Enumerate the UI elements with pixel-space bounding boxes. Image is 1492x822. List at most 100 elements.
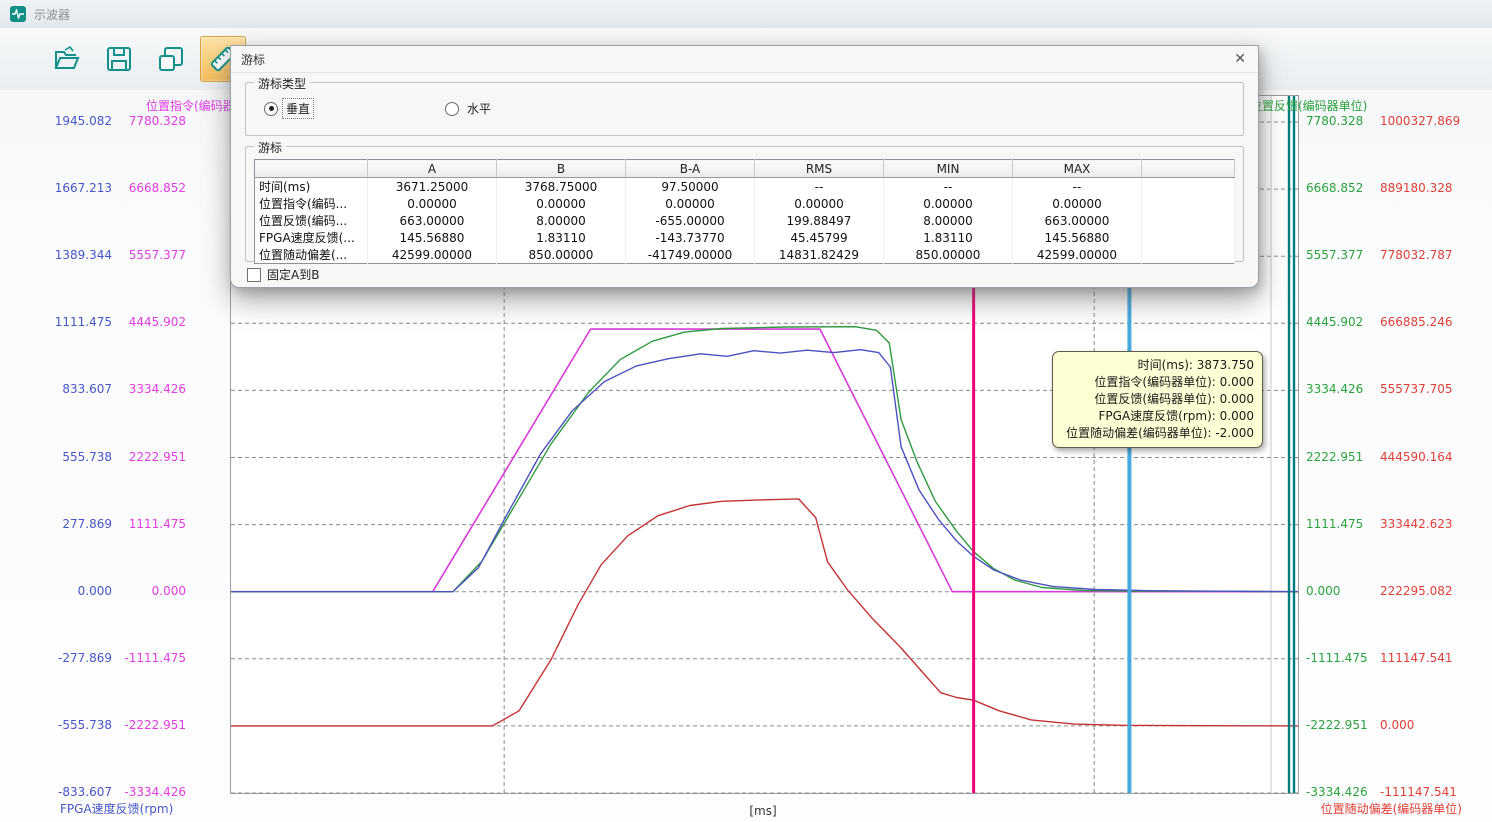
tick-label: 222295.082 [1380, 583, 1490, 599]
table-cell: 1.83110 [497, 229, 626, 246]
tick-label: 2222.951 [112, 449, 186, 465]
tick-label: -2222.951 [1306, 717, 1378, 733]
tick-label: -3334.426 [112, 784, 186, 800]
tick-label: 0.000 [112, 583, 186, 599]
axis-title-speed: FPGA速度反馈(rpm) [60, 800, 173, 817]
table-row-label: 时间(ms) [255, 178, 368, 196]
table-cell: 850.00000 [884, 246, 1013, 264]
dialog-title: 游标 [241, 51, 265, 68]
tick-label: 4445.902 [1306, 314, 1378, 330]
table-cell: -- [884, 178, 1013, 196]
table-cell: -143.73770 [626, 229, 755, 246]
table-row-label: 位置随动偏差(... [255, 246, 368, 264]
table-cell: 42599.00000 [368, 246, 497, 264]
tick-label: 1389.344 [38, 247, 112, 263]
table-row: 时间(ms)3671.250003768.7500097.50000------ [255, 178, 1235, 196]
open-button[interactable] [44, 36, 90, 82]
table-row: FPGA速度反馈(...145.568801.83110-143.7377045… [255, 229, 1235, 246]
series-curve [231, 499, 1298, 726]
table-cell [1142, 212, 1235, 229]
table-row: 位置随动偏差(...42599.00000850.00000-41749.000… [255, 246, 1235, 264]
checkbox-label: 固定A到B [267, 266, 319, 283]
tick-label: -111147.541 [1380, 784, 1490, 800]
tick-label: -1111.475 [1306, 650, 1378, 666]
tick-label: 1111.475 [38, 314, 112, 330]
app-waveform-icon [10, 6, 26, 22]
tick-label: 1111.475 [112, 516, 186, 532]
tick-label: 5557.377 [1306, 247, 1378, 263]
table-row-label: 位置反馈(编码... [255, 212, 368, 229]
table-row-label: 位置指令(编码... [255, 195, 368, 212]
table-row: 位置反馈(编码...663.000008.00000-655.00000199.… [255, 212, 1235, 229]
table-cell: 14831.82429 [755, 246, 884, 264]
cursor-type-options: 垂直 水平 [264, 99, 626, 118]
tick-label: 4445.902 [112, 314, 186, 330]
table-cell: 3768.75000 [497, 178, 626, 196]
table-cell: 663.00000 [368, 212, 497, 229]
tick-label: 5557.377 [112, 247, 186, 263]
tick-label: 277.869 [38, 516, 112, 532]
table-cell: 0.00000 [755, 195, 884, 212]
tick-label: 333442.623 [1380, 516, 1490, 532]
checkbox-box [247, 268, 261, 282]
tick-label: 444590.164 [1380, 449, 1490, 465]
tick-label: -555.738 [38, 717, 112, 733]
tick-label: 1111.475 [1306, 516, 1378, 532]
tick-label: -277.869 [38, 650, 112, 666]
radio-circle-icon [445, 102, 459, 116]
cursor-values-table: ABB-ARMSMINMAX时间(ms)3671.250003768.75000… [254, 159, 1235, 264]
table-cell: 8.00000 [884, 212, 1013, 229]
table-cell: 45.45799 [755, 229, 884, 246]
axis-ticks-command: 7780.3286668.8525557.3774445.9023334.426… [112, 95, 186, 792]
table-header-cell: MIN [884, 160, 1013, 178]
tick-label: 7780.328 [112, 113, 186, 129]
tick-label: 555.738 [38, 449, 112, 465]
tick-label: 0.000 [1306, 583, 1378, 599]
axis-title-error: 位置随动偏差(编码器单位) [1265, 800, 1462, 817]
dialog-close-icon[interactable]: ✕ [1234, 52, 1246, 66]
table-header-cell: RMS [755, 160, 884, 178]
cursor-type-groupbox: 游标类型 垂直水平 [245, 82, 1244, 136]
radio-option-水平[interactable]: 水平 [445, 99, 494, 118]
table-cell: 0.00000 [884, 195, 1013, 212]
table-cell: 0.00000 [497, 195, 626, 212]
tick-label: -1111.475 [112, 650, 186, 666]
save-button[interactable] [96, 36, 142, 82]
cursor-group-label: 游标 [254, 139, 286, 156]
radio-option-垂直[interactable]: 垂直 [264, 99, 313, 118]
tooltip-line: FPGA速度反馈(rpm): 0.000 [1057, 408, 1254, 425]
table-cell: 0.00000 [368, 195, 497, 212]
table-header-cell: MAX [1013, 160, 1142, 178]
table-cell [1142, 229, 1235, 246]
table-row: 位置指令(编码...0.000000.000000.000000.000000.… [255, 195, 1235, 212]
tick-label: 6668.852 [112, 180, 186, 196]
tick-label: 555737.705 [1380, 381, 1490, 397]
tick-label: 7780.328 [1306, 113, 1378, 129]
tick-label: -833.607 [38, 784, 112, 800]
tick-label: 778032.787 [1380, 247, 1490, 263]
cursor-dialog: 游标 ✕ 游标类型 垂直水平 游标 ABB-ARMSMINMAX时间(ms)36… [230, 45, 1259, 288]
table-cell: 145.56880 [1013, 229, 1142, 246]
layout-button[interactable] [148, 36, 194, 82]
tooltip-line: 位置指令(编码器单位): 0.000 [1057, 374, 1254, 391]
radio-label: 水平 [464, 99, 494, 118]
tooltip-line: 位置反馈(编码器单位): 0.000 [1057, 391, 1254, 408]
dialog-header: 游标 ✕ [231, 46, 1258, 73]
tick-label: 1667.213 [38, 180, 112, 196]
tick-label: 6668.852 [1306, 180, 1378, 196]
x-axis-unit-label: [ms] [730, 804, 796, 818]
table-cell: 42599.00000 [1013, 246, 1142, 264]
tick-label: 889180.328 [1380, 180, 1490, 196]
titlebar: 示波器 [0, 0, 1492, 29]
table-cell: -- [755, 178, 884, 196]
tick-label: 3334.426 [1306, 381, 1378, 397]
table-cell: 0.00000 [1013, 195, 1142, 212]
tick-label: 2222.951 [1306, 449, 1378, 465]
table-cell: -- [1013, 178, 1142, 196]
tick-label: 0.000 [38, 583, 112, 599]
table-cell: 8.00000 [497, 212, 626, 229]
cursor-type-group-label: 游标类型 [254, 75, 310, 92]
tick-label: 833.607 [38, 381, 112, 397]
lock-a-to-b-checkbox[interactable]: 固定A到B [247, 266, 319, 283]
tick-label: 111147.541 [1380, 650, 1490, 666]
